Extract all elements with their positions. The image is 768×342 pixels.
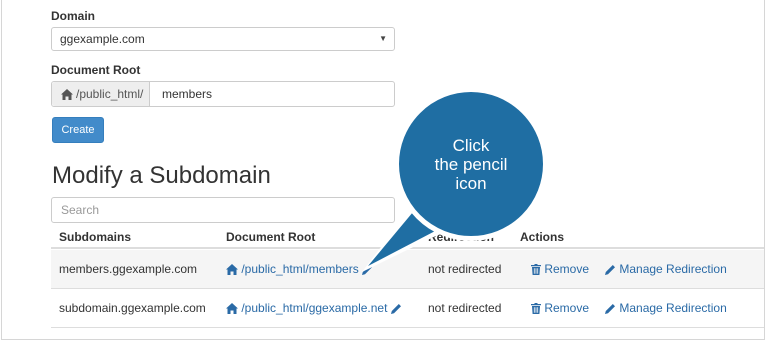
subdomains-panel: Domain ggexample.com ▼ Document Root /pu… (1, 0, 765, 340)
callout-line: icon (455, 174, 487, 193)
callout-text: Click the pencil icon (394, 136, 548, 193)
callout-pointer (362, 210, 444, 272)
callout-line: the pencil (434, 155, 508, 174)
callout-line: Click (452, 136, 490, 155)
